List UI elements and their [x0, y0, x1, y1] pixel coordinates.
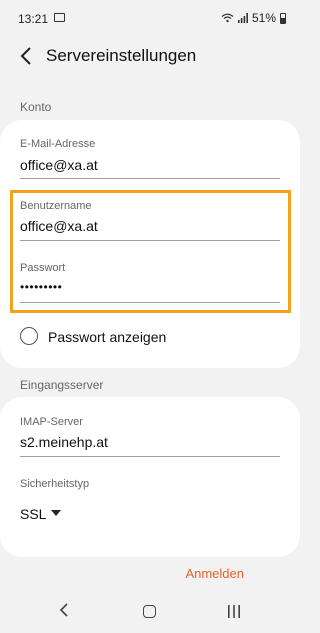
username-label: Benutzername — [20, 200, 92, 212]
show-password-label[interactable]: Passwort anzeigen — [48, 329, 166, 345]
battery-percent: 51% — [251, 11, 276, 25]
username-field[interactable]: office@xa.at — [20, 218, 98, 234]
username-underline — [20, 240, 280, 241]
show-password-radio[interactable] — [20, 327, 38, 345]
email-label: E-Mail-Adresse — [20, 138, 96, 150]
imap-underline — [20, 456, 280, 457]
password-underline — [20, 302, 280, 303]
nav-recents-icon[interactable] — [225, 605, 243, 618]
page-title: Servereinstellungen — [46, 46, 197, 65]
imap-label: IMAP-Server — [20, 416, 83, 428]
signal-icon — [237, 13, 248, 23]
security-label: Sicherheitstyp — [20, 478, 90, 490]
login-button[interactable]: Anmelden — [185, 566, 244, 581]
password-field[interactable]: ••••••••• — [20, 280, 62, 294]
security-select[interactable]: SSL — [20, 506, 46, 522]
nav-home-icon[interactable] — [143, 605, 156, 618]
section-konto: Konto — [20, 100, 52, 114]
status-bar: 13:21 51% — [0, 0, 300, 36]
back-arrow-icon[interactable] — [17, 46, 37, 66]
section-eingangsserver: Eingangsserver — [20, 378, 104, 392]
email-field[interactable]: office@xa.at — [20, 157, 98, 173]
status-time: 13:21 — [18, 12, 49, 26]
wifi-icon — [221, 13, 234, 23]
password-label: Passwort — [20, 262, 66, 274]
dropdown-caret-icon[interactable] — [51, 510, 61, 516]
email-underline — [20, 178, 280, 179]
imap-field[interactable]: s2.meinehp.at — [20, 434, 108, 450]
status-right: 51% — [221, 11, 286, 25]
nav-back-icon[interactable] — [58, 603, 72, 617]
gallery-icon — [54, 13, 65, 22]
battery-icon — [280, 12, 286, 24]
